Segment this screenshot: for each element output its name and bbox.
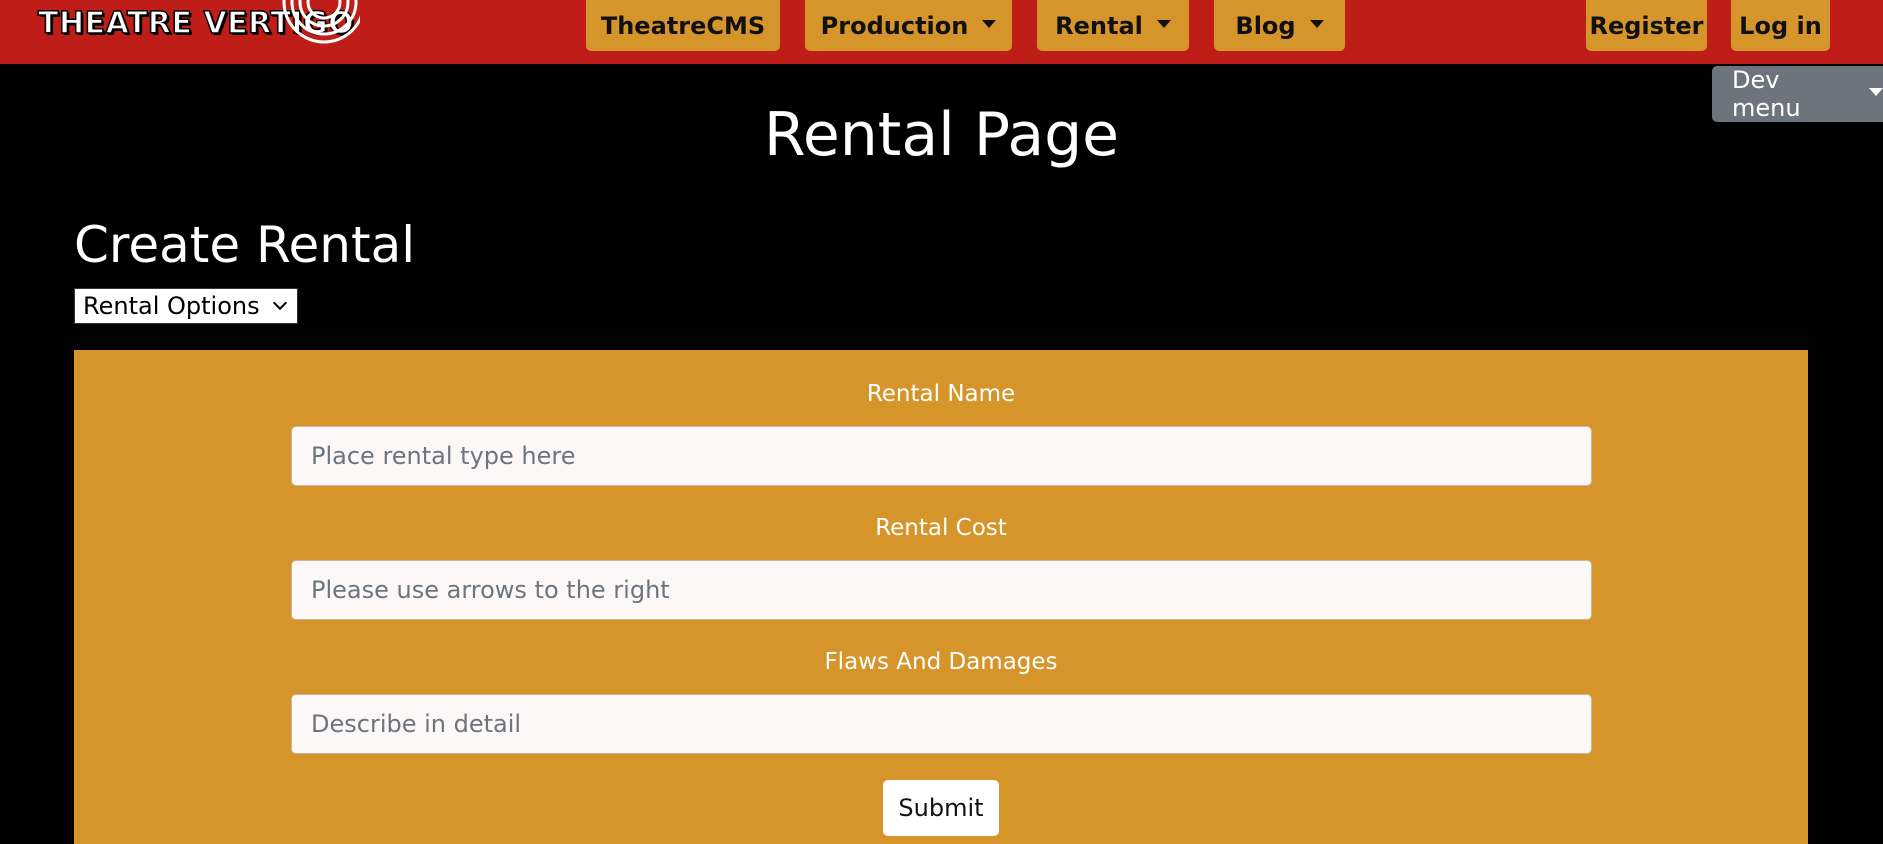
nav-theatrecms[interactable]: TheatreCMS: [586, 0, 780, 51]
caret-down-icon: [1309, 19, 1324, 28]
nav-theatrecms-label: TheatreCMS: [600, 11, 766, 40]
flaws-damages-label: Flaws And Damages: [824, 649, 1058, 675]
rental-cost-label: Rental Cost: [875, 515, 1007, 541]
rental-cost-input[interactable]: [291, 560, 1592, 620]
rental-options-select[interactable]: Rental Options: [74, 288, 298, 324]
top-navbar: THEATRE VERTIGO TheatreCMS Production Re…: [0, 0, 1883, 64]
rental-name-label: Rental Name: [866, 381, 1016, 407]
rental-options-selected-value: Rental Options: [83, 292, 260, 320]
nav-rental-label: Rental: [1055, 11, 1143, 40]
login-label: Log in: [1739, 11, 1822, 40]
caret-down-icon: [1869, 88, 1883, 96]
caret-down-icon: [1156, 19, 1171, 28]
nav-rental-dropdown[interactable]: Rental: [1037, 0, 1189, 51]
nav-production-dropdown[interactable]: Production: [805, 0, 1012, 51]
submit-button[interactable]: Submit: [883, 780, 999, 836]
chevron-down-icon: [272, 295, 288, 311]
section-title: Create Rental: [74, 216, 416, 274]
register-button[interactable]: Register: [1586, 0, 1707, 51]
register-label: Register: [1589, 11, 1704, 40]
nav-production-label: Production: [820, 11, 969, 40]
caret-down-icon: [982, 19, 997, 28]
rental-name-input[interactable]: [291, 426, 1592, 486]
nav-blog-dropdown[interactable]: Blog: [1214, 0, 1345, 51]
logo-swirl-icon: [282, 0, 360, 44]
flaws-damages-input[interactable]: [291, 694, 1592, 754]
login-button[interactable]: Log in: [1731, 0, 1830, 51]
nav-blog-label: Blog: [1235, 11, 1296, 40]
page-title: Rental Page: [763, 100, 1120, 170]
create-rental-form: Rental Name Rental Cost Flaws And Damage…: [74, 350, 1808, 844]
